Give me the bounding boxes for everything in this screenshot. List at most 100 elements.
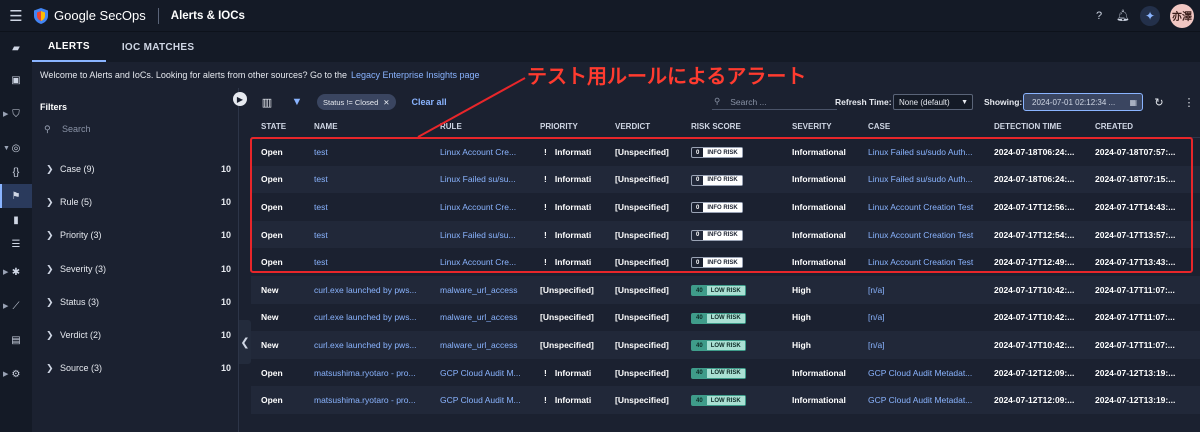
cell-rule-link[interactable]: GCP Cloud Audit M... bbox=[440, 368, 540, 378]
cell-name-link[interactable]: matsushima.ryotaro - pro... bbox=[314, 395, 440, 405]
cell-rule-link[interactable]: malware_url_access bbox=[440, 312, 540, 322]
cell-case-link[interactable]: GCP Cloud Audit Metadat... bbox=[868, 395, 994, 405]
rail-rules-icon[interactable]: {} bbox=[0, 160, 32, 184]
cell-rule-link[interactable]: malware_url_access bbox=[440, 285, 540, 295]
filter-funnel-icon[interactable]: ▼ bbox=[289, 94, 305, 110]
cell-name-link[interactable]: test bbox=[314, 230, 440, 240]
table-row[interactable]: Open test Linux Account Cre... ! Informat… bbox=[251, 248, 1200, 276]
close-icon[interactable]: ✕ bbox=[383, 98, 389, 107]
priority-value: Informati bbox=[554, 367, 592, 378]
col-severity[interactable]: SEVERITY bbox=[792, 122, 868, 131]
table-row[interactable]: New curl.exe launched by pws... malware_… bbox=[251, 331, 1200, 359]
table-row[interactable]: New curl.exe launched by pws... malware_… bbox=[251, 303, 1200, 332]
gemini-sparkle-icon[interactable]: ✦ bbox=[1140, 5, 1160, 26]
rail-list-icon[interactable]: ☰ bbox=[0, 232, 32, 256]
search-icon: ⚲ bbox=[44, 124, 51, 134]
refresh-time-select[interactable]: None (default) ▼ bbox=[893, 94, 973, 110]
col-priority[interactable]: PRIORITY bbox=[540, 122, 615, 131]
cell-name-link[interactable]: test bbox=[314, 174, 440, 184]
table-search[interactable]: ⚲ Search ... bbox=[712, 94, 837, 110]
cell-name-link[interactable]: test bbox=[314, 147, 440, 157]
cell-rule-link[interactable]: Linux Account Cre... bbox=[440, 257, 540, 267]
cell-rule-link[interactable]: Linux Account Cre... bbox=[440, 202, 540, 212]
table-row[interactable]: New curl.exe launched by pws... malware_… bbox=[251, 275, 1200, 304]
cell-state: New bbox=[261, 312, 279, 323]
table-row[interactable]: Open test Linux Account Cre... ! Informat… bbox=[251, 193, 1200, 221]
cell-name-link[interactable]: test bbox=[314, 257, 440, 267]
table-row[interactable]: Open matsushima.ryotaro - pro... GCP Clo… bbox=[251, 386, 1200, 414]
cell-name-link[interactable]: test bbox=[314, 202, 440, 212]
cell-case-link[interactable]: [n/a] bbox=[868, 285, 994, 295]
cell-case-link[interactable]: Linux Failed su/sudo Auth... bbox=[868, 174, 994, 184]
cell-case-link[interactable]: [n/a] bbox=[868, 312, 994, 322]
table-row[interactable]: Open matsushima.ryotaro - pro... GCP Clo… bbox=[251, 358, 1200, 387]
cell-rule-link[interactable]: Linux Failed su/su... bbox=[440, 174, 540, 184]
filter-search[interactable]: ⚲ Search bbox=[44, 124, 91, 134]
facet-rule[interactable]: ❯ Rule (5) 10 bbox=[46, 195, 231, 209]
rail-detection-icon[interactable]: ▼ ◎ bbox=[0, 136, 32, 160]
facet-status[interactable]: ❯ Status (3) 10 bbox=[46, 295, 231, 309]
cell-case-link[interactable]: Linux Account Creation Test bbox=[868, 230, 994, 240]
more-vert-icon[interactable]: ⋮ bbox=[1181, 94, 1197, 110]
clear-all-button[interactable]: Clear all bbox=[412, 97, 447, 107]
facet-case[interactable]: ❯ Case (9) 10 bbox=[46, 162, 231, 176]
rail-cases-icon[interactable]: ▣ bbox=[0, 68, 32, 92]
rail-chart-icon[interactable]: ▮ bbox=[0, 208, 32, 232]
cell-case-link[interactable]: GCP Cloud Audit Metadat... bbox=[868, 368, 994, 378]
cell-rule-link[interactable]: Linux Failed su/su... bbox=[440, 230, 540, 240]
cell-case-link[interactable]: [n/a] bbox=[868, 340, 994, 350]
collapse-filters-button[interactable]: ▶ bbox=[233, 92, 247, 106]
cell-case-link[interactable]: Linux Failed su/sudo Auth... bbox=[868, 147, 994, 157]
table-row[interactable]: Open test Linux Failed su/su... ! Informa… bbox=[251, 220, 1200, 249]
col-created[interactable]: CREATED bbox=[1095, 122, 1199, 131]
table-row[interactable]: Open test Linux Account Cre... ! Informat… bbox=[251, 138, 1200, 166]
cell-name-link[interactable]: curl.exe launched by pws... bbox=[314, 340, 440, 350]
facet-severity[interactable]: ❯ Severity (3) 10 bbox=[46, 262, 231, 276]
facet-priority[interactable]: ❯ Priority (3) 10 bbox=[46, 228, 231, 242]
table-row[interactable]: Open test Linux Failed su/su... ! Informa… bbox=[251, 165, 1200, 194]
calendar-icon[interactable]: ▦ bbox=[1129, 98, 1137, 107]
legacy-insights-link[interactable]: Legacy Enterprise Insights page bbox=[351, 70, 480, 80]
menu-icon[interactable]: ☰ bbox=[0, 0, 32, 32]
rail-archive-icon[interactable]: ▤ bbox=[0, 328, 32, 352]
facet-label: Source (3) bbox=[60, 363, 103, 373]
rail-trend-icon[interactable]: ▶ ⟋ bbox=[0, 294, 32, 318]
risk-badge: 40 LOW RISK bbox=[691, 367, 746, 379]
rail-folder-icon[interactable]: ▰ bbox=[0, 36, 32, 60]
col-state[interactable]: STATE bbox=[251, 122, 314, 131]
col-risk-score[interactable]: RISK SCORE bbox=[691, 122, 792, 131]
status-filter-chip[interactable]: Status != Closed ✕ bbox=[317, 94, 396, 110]
cell-name-link[interactable]: curl.exe launched by pws... bbox=[314, 312, 440, 322]
cell-rule-link[interactable]: GCP Cloud Audit M... bbox=[440, 395, 540, 405]
rail-settings-icon[interactable]: ▶ ⚙ bbox=[0, 362, 32, 386]
facet-verdict[interactable]: ❯ Verdict (2) 10 bbox=[46, 328, 231, 342]
col-name[interactable]: NAME bbox=[314, 122, 440, 131]
rail-gear-icon[interactable]: ▶ ✱ bbox=[0, 260, 32, 284]
panel-toggle-chevron-left-icon[interactable]: ❮ bbox=[239, 320, 251, 364]
help-icon[interactable]: ? bbox=[1092, 9, 1106, 23]
cell-name-link[interactable]: curl.exe launched by pws... bbox=[314, 285, 440, 295]
avatar[interactable]: 亦澤 bbox=[1170, 3, 1194, 28]
facet-source[interactable]: ❯ Source (3) 10 bbox=[46, 361, 231, 375]
rail-alerts-flag-icon[interactable]: ⚑ bbox=[0, 184, 32, 208]
col-rule[interactable]: RULE bbox=[440, 122, 540, 131]
cell-rule-link[interactable]: malware_url_access bbox=[440, 340, 540, 350]
date-range-field[interactable]: 2024-07-01 02:12:34 ... ▦ bbox=[1023, 93, 1143, 111]
bell-icon[interactable]: 🔔︎ bbox=[1116, 9, 1130, 23]
rail-shield-icon[interactable]: ▶ ⛉ bbox=[0, 102, 32, 126]
column-view-icon[interactable]: ▥ bbox=[259, 94, 275, 110]
table-search-input[interactable]: Search ... bbox=[730, 97, 766, 107]
cell-severity: Informational bbox=[792, 257, 846, 268]
col-verdict[interactable]: VERDICT bbox=[615, 122, 691, 131]
cell-case-link[interactable]: Linux Account Creation Test bbox=[868, 202, 994, 212]
refresh-icon[interactable]: ↻ bbox=[1151, 94, 1167, 110]
col-detection-time[interactable]: DETECTION TIME bbox=[994, 122, 1095, 131]
tab-ioc-matches[interactable]: IOC MATCHES bbox=[106, 32, 211, 62]
cell-name-link[interactable]: matsushima.ryotaro - pro... bbox=[314, 368, 440, 378]
tab-alerts[interactable]: ALERTS bbox=[32, 32, 106, 62]
filter-search-input[interactable]: Search bbox=[62, 124, 91, 134]
cell-rule-link[interactable]: Linux Account Cre... bbox=[440, 147, 540, 157]
col-case[interactable]: CASE bbox=[868, 122, 994, 131]
cell-priority: ! Informati bbox=[540, 368, 615, 378]
cell-case-link[interactable]: Linux Account Creation Test bbox=[868, 257, 994, 267]
